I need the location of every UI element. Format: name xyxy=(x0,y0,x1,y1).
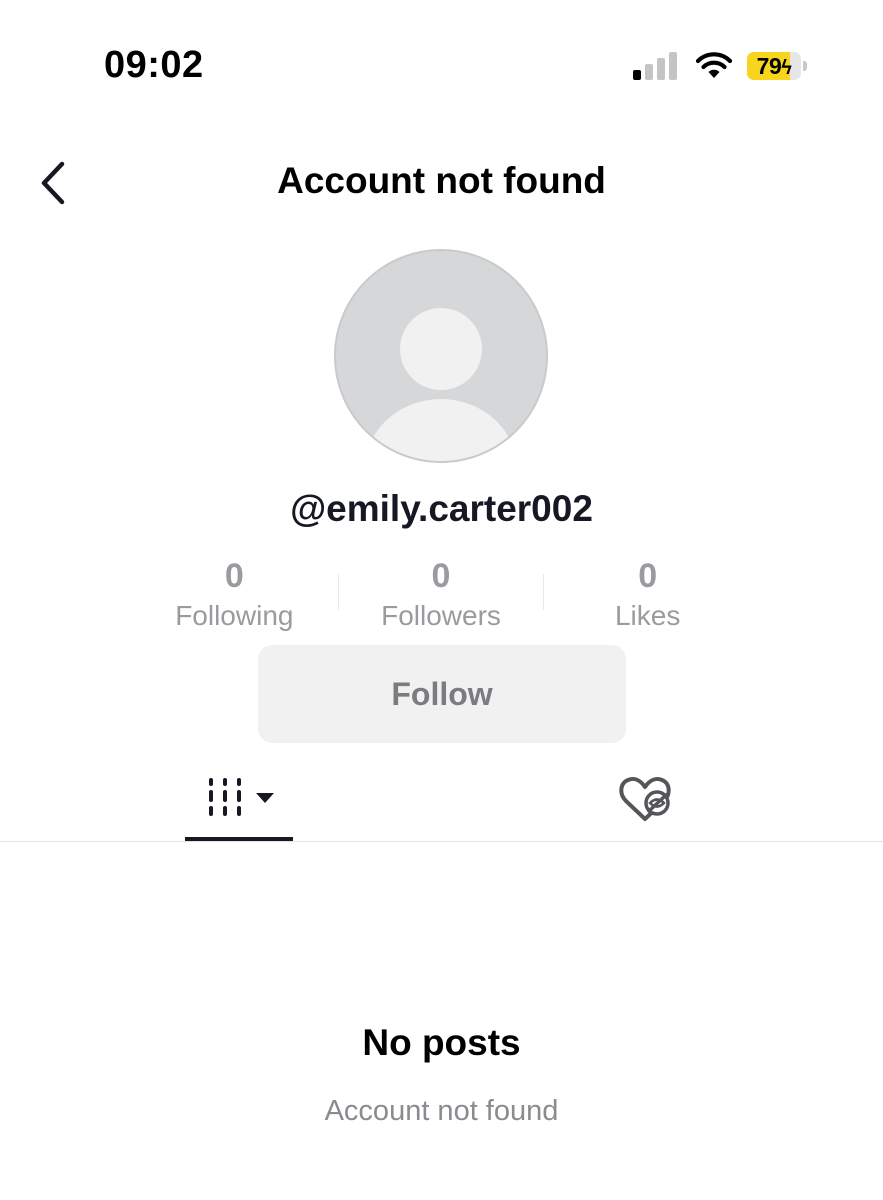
battery-icon: 79ϟ xyxy=(747,52,811,80)
signal-bar-3 xyxy=(657,58,665,80)
follow-button[interactable]: Follow xyxy=(258,645,626,743)
status-time: 09:02 xyxy=(104,44,204,86)
page-title: Account not found xyxy=(277,160,606,201)
caret-down-icon xyxy=(256,793,274,803)
battery-level: 79ϟ xyxy=(747,52,801,80)
followers-label: Followers xyxy=(381,600,501,631)
likes-label: Likes xyxy=(614,600,681,631)
wifi-icon xyxy=(695,52,733,78)
signal-bar-4 xyxy=(669,52,677,80)
charging-bolt-icon: ϟ xyxy=(781,57,792,79)
profile-stats: 0 Following 0 Followers 0 Likes xyxy=(131,556,751,640)
stat-likes[interactable]: 0 Likes xyxy=(544,556,751,640)
stat-following[interactable]: 0 Following xyxy=(131,556,338,640)
default-avatar-icon xyxy=(365,308,517,461)
empty-state-title: No posts xyxy=(362,1022,521,1063)
avatar xyxy=(334,249,548,463)
username: @emily.carter002 xyxy=(290,488,593,529)
battery-nub xyxy=(803,61,807,71)
tabs-divider xyxy=(0,841,883,842)
video-grid-icon xyxy=(209,778,241,816)
stat-divider xyxy=(337,574,339,610)
battery-body: 79ϟ xyxy=(747,52,801,80)
cellular-signal-icon xyxy=(633,52,677,80)
tab-videos[interactable] xyxy=(185,770,293,840)
battery-level-text: 79 xyxy=(756,53,782,79)
stat-followers[interactable]: 0 Followers xyxy=(337,556,545,640)
followers-count: 0 xyxy=(431,557,451,595)
signal-bar-1 xyxy=(633,70,641,80)
following-count: 0 xyxy=(224,557,244,595)
tab-liked[interactable] xyxy=(610,770,680,830)
hidden-liked-icon xyxy=(619,776,671,821)
following-label: Following xyxy=(175,600,294,631)
signal-bar-2 xyxy=(645,64,653,80)
likes-count: 0 xyxy=(638,557,658,595)
empty-state-subtitle: Account not found xyxy=(324,1095,559,1127)
